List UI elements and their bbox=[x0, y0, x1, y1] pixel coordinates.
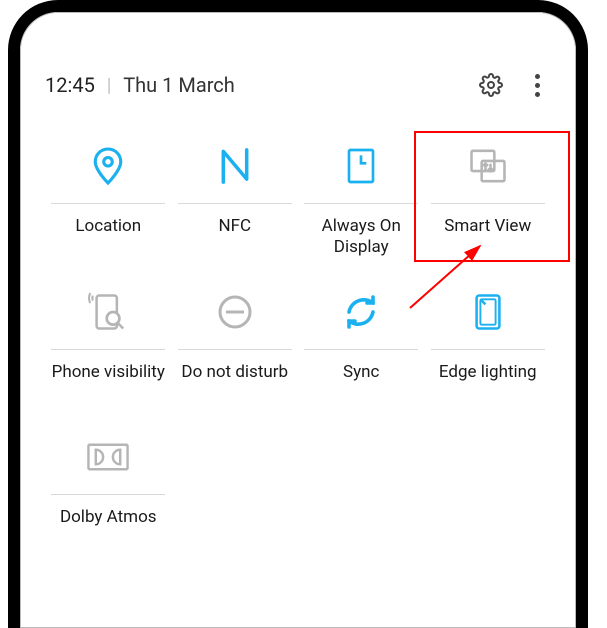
tile-label: Do not disturb bbox=[179, 362, 290, 404]
settings-button[interactable] bbox=[477, 71, 505, 99]
smart-view-icon bbox=[469, 148, 507, 184]
nfc-icon bbox=[217, 147, 253, 185]
tile-label: NFC bbox=[216, 216, 253, 258]
edge-lighting-icon bbox=[472, 293, 504, 331]
tile-always-on-display[interactable]: Always On Display bbox=[298, 131, 425, 277]
tile-label: Smart View bbox=[442, 216, 533, 258]
status-date: Thu 1 March bbox=[123, 73, 235, 97]
tile-label: Phone visibility bbox=[50, 362, 167, 404]
tile-dolby-atmos[interactable]: Dolby Atmos bbox=[45, 422, 172, 567]
phone-side-button bbox=[576, 352, 582, 442]
do-not-disturb-icon bbox=[217, 294, 253, 330]
status-divider: | bbox=[107, 75, 111, 96]
more-vertical-icon bbox=[535, 74, 540, 97]
tile-label: Location bbox=[73, 216, 143, 258]
tile-location[interactable]: Location bbox=[45, 131, 172, 277]
sync-icon bbox=[343, 294, 379, 330]
always-on-display-icon bbox=[345, 147, 377, 185]
tile-label: Dolby Atmos bbox=[58, 507, 159, 549]
tile-sync[interactable]: Sync bbox=[298, 277, 425, 422]
tile-label: Sync bbox=[341, 362, 381, 404]
more-button[interactable] bbox=[523, 71, 551, 99]
status-bar: 12:45 | Thu 1 March bbox=[45, 65, 551, 105]
dolby-atmos-icon bbox=[86, 442, 130, 472]
location-pin-icon bbox=[91, 146, 125, 186]
phone-visibility-icon bbox=[90, 293, 126, 331]
status-time: 12:45 bbox=[45, 73, 95, 97]
tile-label: Edge lighting bbox=[437, 362, 539, 404]
tile-phone-visibility[interactable]: Phone visibility bbox=[45, 277, 172, 422]
tile-edge-lighting[interactable]: Edge lighting bbox=[425, 277, 552, 422]
tile-smart-view[interactable]: Smart View bbox=[425, 131, 552, 277]
tile-do-not-disturb[interactable]: Do not disturb bbox=[172, 277, 299, 422]
phone-frame: 12:45 | Thu 1 March bbox=[8, 0, 588, 628]
gear-icon bbox=[479, 73, 503, 97]
tile-label: Always On Display bbox=[298, 216, 425, 259]
tile-nfc[interactable]: NFC bbox=[172, 131, 299, 277]
quick-settings-grid: Location NFC bbox=[45, 131, 551, 567]
